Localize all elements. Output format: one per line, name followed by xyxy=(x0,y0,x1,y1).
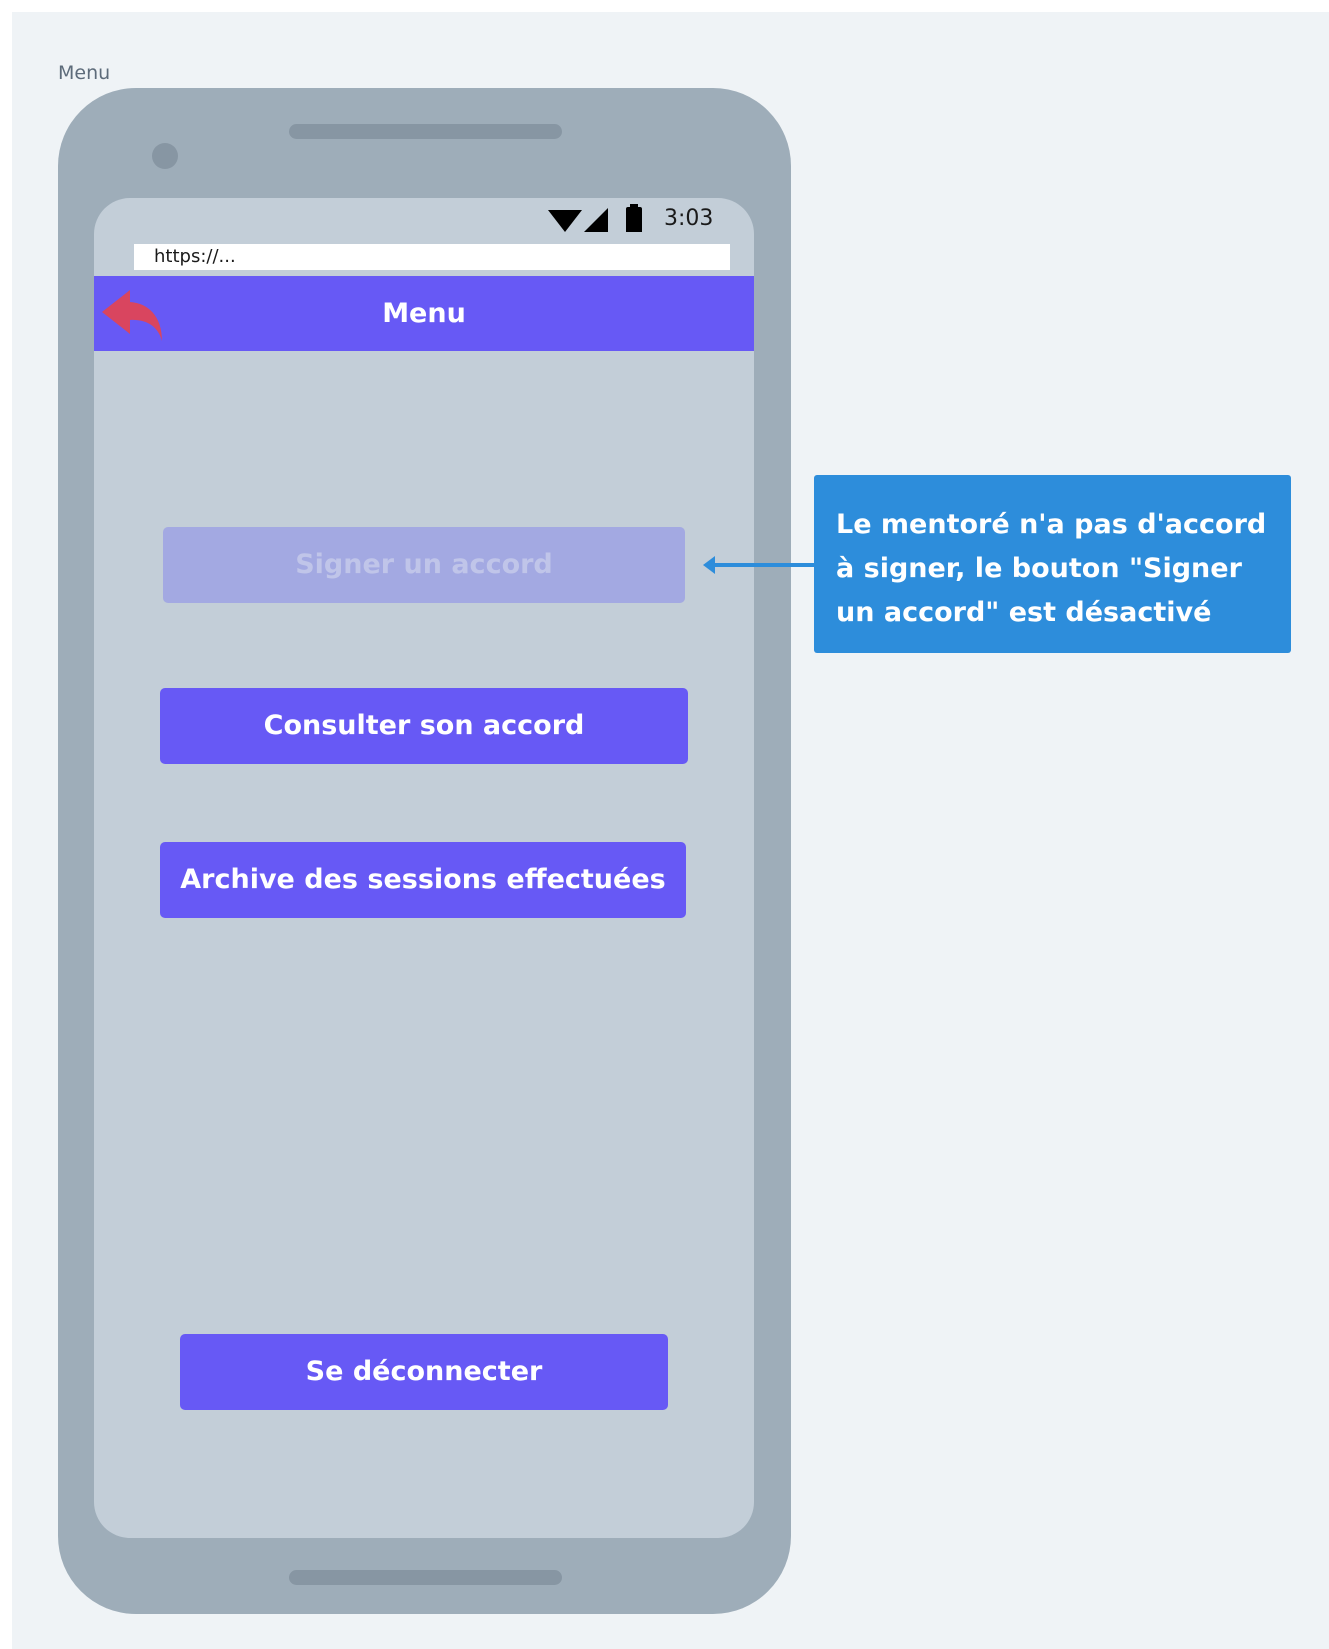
phone-mockup: 3:03 https://... Menu Signer un accord C… xyxy=(58,88,791,1614)
url-text: https://... xyxy=(154,246,236,267)
page-title: Menu xyxy=(382,298,466,329)
bottom-speaker xyxy=(289,1570,562,1585)
sign-agreement-button[interactable]: Signer un accord xyxy=(163,527,685,603)
logout-button[interactable]: Se déconnecter xyxy=(180,1334,668,1410)
signal-icon xyxy=(584,208,608,232)
status-bar: 3:03 xyxy=(94,198,754,242)
battery-icon xyxy=(626,204,642,232)
phone-screen: 3:03 https://... Menu Signer un accord C… xyxy=(94,198,754,1538)
wifi-icon xyxy=(548,210,582,232)
top-speaker xyxy=(289,124,562,139)
app-bar: Menu xyxy=(94,276,754,351)
camera-icon xyxy=(152,143,178,169)
url-bar[interactable]: https://... xyxy=(134,244,730,270)
view-agreement-button[interactable]: Consulter son accord xyxy=(160,688,688,764)
reply-arrow-icon[interactable] xyxy=(100,286,166,342)
annotation-arrow xyxy=(703,556,816,574)
sessions-archive-button[interactable]: Archive des sessions effectuées xyxy=(160,842,686,918)
annotation-note: Le mentoré n'a pas d'accord à signer, le… xyxy=(814,475,1291,653)
frame-label: Menu xyxy=(58,62,111,84)
status-time: 3:03 xyxy=(664,206,714,231)
